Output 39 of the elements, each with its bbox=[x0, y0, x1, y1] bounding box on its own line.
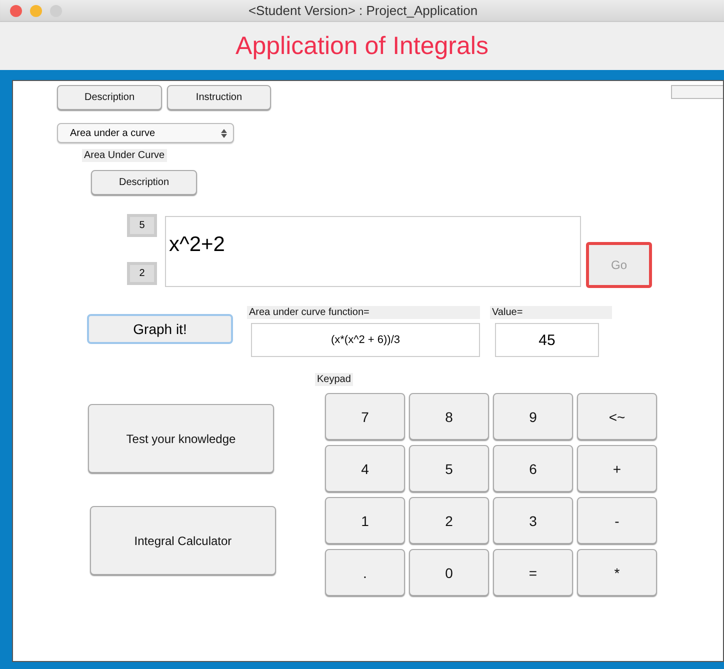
upper-limit[interactable]: 5 bbox=[127, 214, 157, 237]
value-label: Value= bbox=[490, 306, 612, 319]
keypad-key[interactable]: 9 bbox=[493, 393, 573, 440]
keypad-key[interactable]: + bbox=[577, 445, 657, 492]
keypad-key[interactable]: 2 bbox=[409, 497, 489, 544]
keypad-key[interactable]: * bbox=[577, 549, 657, 596]
function-label: Area under curve function= bbox=[247, 306, 480, 319]
close-icon[interactable] bbox=[10, 4, 22, 16]
lower-limit[interactable]: 2 bbox=[127, 262, 157, 285]
keypad-key[interactable]: 7 bbox=[325, 393, 405, 440]
keypad-key[interactable]: 5 bbox=[409, 445, 489, 492]
minimize-icon[interactable] bbox=[30, 4, 42, 16]
mode-dropdown[interactable]: Area under a curve bbox=[57, 123, 234, 143]
keypad-label: Keypad bbox=[315, 373, 353, 386]
keypad-key[interactable]: 0 bbox=[409, 549, 489, 596]
navigation-button[interactable]: Test your knowledge bbox=[88, 404, 274, 473]
keypad-key[interactable]: . bbox=[325, 549, 405, 596]
keypad-key[interactable]: <~ bbox=[577, 393, 657, 440]
top-button[interactable]: Instruction bbox=[167, 85, 271, 110]
expression-field[interactable]: x^2+2 bbox=[165, 216, 581, 287]
keypad-key[interactable]: 6 bbox=[493, 445, 573, 492]
app-title: Application of Integrals bbox=[236, 32, 488, 60]
keypad-key[interactable]: - bbox=[577, 497, 657, 544]
zoom-icon[interactable] bbox=[50, 4, 62, 16]
window-title: <Student Version> : Project_Application bbox=[247, 3, 479, 18]
keypad-key[interactable]: 8 bbox=[409, 393, 489, 440]
navigation-button[interactable]: Integral Calculator bbox=[90, 506, 276, 575]
keypad-key[interactable]: = bbox=[493, 549, 573, 596]
graph-button[interactable]: Graph it! bbox=[87, 314, 233, 344]
top-button[interactable]: Description bbox=[57, 85, 162, 110]
keypad-key[interactable]: 3 bbox=[493, 497, 573, 544]
function-output: (x*(x^2 + 6))/3 bbox=[251, 323, 480, 357]
stepper-icon bbox=[221, 128, 227, 138]
description-button[interactable]: Description bbox=[91, 170, 197, 195]
section-label: Area Under Curve bbox=[82, 149, 167, 162]
keypad-key[interactable]: 4 bbox=[325, 445, 405, 492]
value-output: 45 bbox=[495, 323, 599, 357]
tab-button[interactable] bbox=[671, 85, 723, 99]
keypad-key[interactable]: 1 bbox=[325, 497, 405, 544]
